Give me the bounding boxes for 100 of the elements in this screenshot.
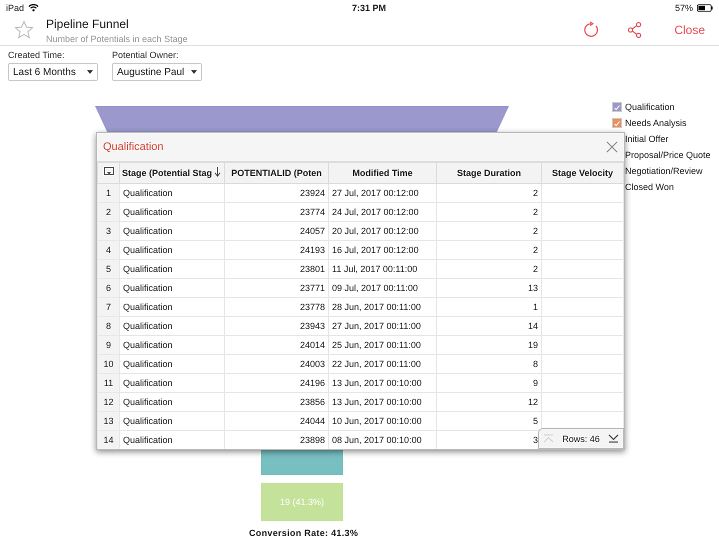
table-cell: 8 bbox=[436, 354, 542, 374]
segment-label: 19 (41.3%) bbox=[280, 497, 324, 507]
table-cell: 24057 bbox=[224, 222, 328, 240]
row-number: 7 bbox=[98, 298, 120, 316]
row-number: 3 bbox=[98, 222, 120, 240]
column-chooser-icon[interactable] bbox=[104, 167, 114, 177]
caret-icon[interactable] bbox=[191, 70, 197, 74]
legend-label[interactable]: Closed Won bbox=[625, 182, 674, 192]
row-number: 4 bbox=[98, 240, 120, 260]
table-cell: Qualification bbox=[120, 222, 224, 240]
column-header[interactable]: POTENTIALID (Poten bbox=[224, 162, 328, 184]
row-number: 14 bbox=[98, 430, 120, 449]
table-cell: 9 bbox=[436, 374, 542, 392]
table-cell: 24003 bbox=[224, 354, 328, 374]
row-number: 8 bbox=[98, 316, 120, 336]
column-header[interactable]: Modified Time bbox=[328, 162, 436, 184]
star-icon[interactable] bbox=[14, 20, 34, 40]
column-header[interactable]: Stage Duration bbox=[436, 162, 542, 184]
wifi-icon bbox=[28, 3, 40, 12]
table-cell: 2 bbox=[436, 240, 542, 260]
device-name: iPad bbox=[6, 2, 24, 12]
table-cell: 24196 bbox=[224, 374, 328, 392]
table-cell: 22 Jun, 2017 00:11:00 bbox=[328, 354, 436, 374]
column-header[interactable]: Stage (Potential Stag bbox=[120, 162, 224, 184]
legend-checkbox[interactable] bbox=[612, 118, 622, 128]
battery-percent: 57% bbox=[674, 2, 693, 12]
table-cell: 20 Jul, 2017 00:12:00 bbox=[328, 222, 436, 240]
row-number: 1 bbox=[98, 184, 120, 202]
row-number: 5 bbox=[98, 260, 120, 278]
table-cell: 10 Jun, 2017 00:10:00 bbox=[328, 412, 436, 430]
sort-arrow-icon[interactable] bbox=[214, 167, 221, 177]
table-cell: 13 Jun, 2017 00:10:00 bbox=[328, 374, 436, 392]
table-cell: Qualification bbox=[120, 336, 224, 354]
funnel-segment[interactable] bbox=[261, 450, 343, 475]
legend-label[interactable]: Initial Offer bbox=[625, 134, 668, 144]
table-cell: 19 bbox=[436, 336, 542, 354]
table-cell: 23856 bbox=[224, 392, 328, 412]
row-number: 10 bbox=[98, 354, 120, 374]
table-cell: 5 bbox=[436, 412, 542, 430]
row-number: 2 bbox=[98, 202, 120, 222]
row-number: 6 bbox=[98, 278, 120, 298]
table-cell: 12 bbox=[436, 392, 542, 412]
battery-icon bbox=[697, 4, 713, 12]
table-cell: 2 bbox=[436, 260, 542, 278]
table-cell: 23774 bbox=[224, 202, 328, 222]
conversion-rate: Conversion Rate: 41.3% bbox=[249, 528, 358, 538]
table-cell: 24044 bbox=[224, 412, 328, 430]
table-cell: Qualification bbox=[120, 202, 224, 222]
table-cell: 24 Jul, 2017 00:12:00 bbox=[328, 202, 436, 222]
report-title: Pipeline Funnel bbox=[46, 16, 130, 30]
table-cell: 13 Jun, 2017 00:10:00 bbox=[328, 392, 436, 412]
table-cell: Qualification bbox=[120, 184, 224, 202]
table-cell: 16 Jul, 2017 00:12:00 bbox=[328, 240, 436, 260]
filter-label: Created Time: bbox=[8, 50, 66, 60]
table-cell: Qualification bbox=[120, 298, 224, 316]
dialog-title: Qualification bbox=[103, 141, 164, 153]
table-cell: 14 bbox=[436, 316, 542, 336]
table-cell: Qualification bbox=[120, 392, 224, 412]
table-cell: 23778 bbox=[224, 298, 328, 316]
legend-label[interactable]: Qualification bbox=[625, 102, 675, 112]
column-header[interactable]: Stage Velocity bbox=[542, 162, 624, 184]
refresh-icon[interactable] bbox=[582, 21, 600, 39]
table-cell: 24193 bbox=[224, 240, 328, 260]
legend-label[interactable]: Needs Analysis bbox=[625, 118, 687, 128]
table-cell: 23801 bbox=[224, 260, 328, 278]
table-cell: 2 bbox=[436, 184, 542, 202]
table-cell: 13 bbox=[436, 278, 542, 298]
close-icon[interactable] bbox=[606, 141, 618, 153]
table-cell: 23924 bbox=[224, 184, 328, 202]
table-cell: 2 bbox=[436, 202, 542, 222]
table-cell: Qualification bbox=[120, 240, 224, 260]
table-cell: Qualification bbox=[120, 412, 224, 430]
row-number: 12 bbox=[98, 392, 120, 412]
table-cell: Qualification bbox=[120, 278, 224, 298]
filter-dropdown[interactable]: Last 6 Months bbox=[8, 63, 98, 81]
table-cell: 23943 bbox=[224, 316, 328, 336]
table-cell: 25 Jun, 2017 00:11:00 bbox=[328, 336, 436, 354]
table-cell: Qualification bbox=[120, 260, 224, 278]
filter-dropdown[interactable]: Augustine Paul bbox=[112, 63, 202, 81]
legend-label[interactable]: Proposal/Price Quote bbox=[625, 150, 711, 160]
table-cell: Qualification bbox=[120, 374, 224, 392]
table-cell: 1 bbox=[436, 298, 542, 316]
close-button[interactable]: Close bbox=[674, 23, 711, 37]
table-cell: 11 Jul, 2017 00:11:00 bbox=[328, 260, 436, 278]
scroll-bottom-icon[interactable] bbox=[608, 434, 619, 443]
clock-time: 7:31 PM bbox=[350, 2, 387, 12]
table-cell: 2 bbox=[436, 222, 542, 240]
row-number: 9 bbox=[98, 336, 120, 354]
table-cell: 27 Jul, 2017 00:12:00 bbox=[328, 184, 436, 202]
table-cell: 23771 bbox=[224, 278, 328, 298]
legend-checkbox[interactable] bbox=[612, 102, 622, 112]
caret-icon[interactable] bbox=[87, 70, 93, 74]
table-cell: 09 Jul, 2017 00:11:00 bbox=[328, 278, 436, 298]
report-subtitle: Number of Potentials in each Stage bbox=[46, 34, 189, 44]
table-cell: 24014 bbox=[224, 336, 328, 354]
legend-label[interactable]: Negotiation/Review bbox=[625, 166, 703, 176]
filter-label: Potential Owner: bbox=[112, 50, 180, 60]
rows-count: Rows: 46 bbox=[562, 434, 600, 444]
row-number: 11 bbox=[98, 374, 120, 392]
table-cell: 27 Jun, 2017 00:11:00 bbox=[328, 316, 436, 336]
